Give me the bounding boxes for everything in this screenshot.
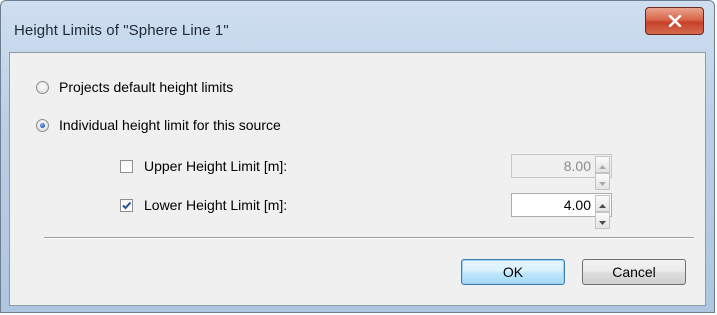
lower-limit-row: Lower Height Limit [m]: (120, 197, 287, 213)
title-bar[interactable]: Height Limits of "Sphere Line 1" (1, 1, 716, 57)
upper-limit-value[interactable]: 8.00 (564, 158, 591, 174)
ok-button[interactable]: OK (461, 259, 565, 285)
close-button[interactable] (645, 7, 704, 35)
lower-limit-down-arrow[interactable] (595, 212, 610, 229)
lower-limit-up-arrow[interactable] (595, 195, 610, 212)
radio-individual[interactable]: Individual height limit for this source (36, 117, 281, 133)
radio-project-default-label: Projects default height limits (59, 79, 234, 95)
upper-limit-up-arrow[interactable] (595, 156, 610, 173)
radio-project-default-button[interactable] (36, 80, 49, 94)
upper-limit-spinner[interactable]: 8.00 (511, 154, 612, 190)
spin-down-icon (599, 213, 606, 228)
lower-limit-spinner[interactable]: 4.00 (511, 193, 612, 229)
radio-project-default[interactable]: Projects default height limits (36, 79, 233, 95)
dialog-client-area: Projects default height limits Individua… (9, 52, 706, 306)
dialog-window: Height Limits of "Sphere Line 1" Project… (0, 0, 715, 313)
lower-limit-checkbox[interactable] (120, 198, 133, 212)
window-title: Height Limits of "Sphere Line 1" (14, 22, 229, 39)
upper-limit-down-arrow[interactable] (595, 173, 610, 190)
spin-up-icon (599, 196, 606, 211)
lower-limit-value[interactable]: 4.00 (564, 197, 591, 213)
upper-limit-label: Upper Height Limit [m]: (144, 158, 288, 174)
radio-individual-label: Individual height limit for this source (59, 117, 281, 133)
upper-limit-row: Upper Height Limit [m]: (120, 158, 287, 174)
radio-individual-button[interactable] (36, 118, 49, 132)
upper-limit-checkbox[interactable] (120, 159, 133, 173)
spin-down-icon (599, 174, 606, 189)
cancel-button[interactable]: Cancel (582, 259, 686, 285)
lower-limit-label: Lower Height Limit [m]: (144, 197, 288, 213)
spin-up-icon (599, 157, 606, 172)
close-x-icon (668, 15, 682, 27)
separator-line (44, 237, 694, 239)
